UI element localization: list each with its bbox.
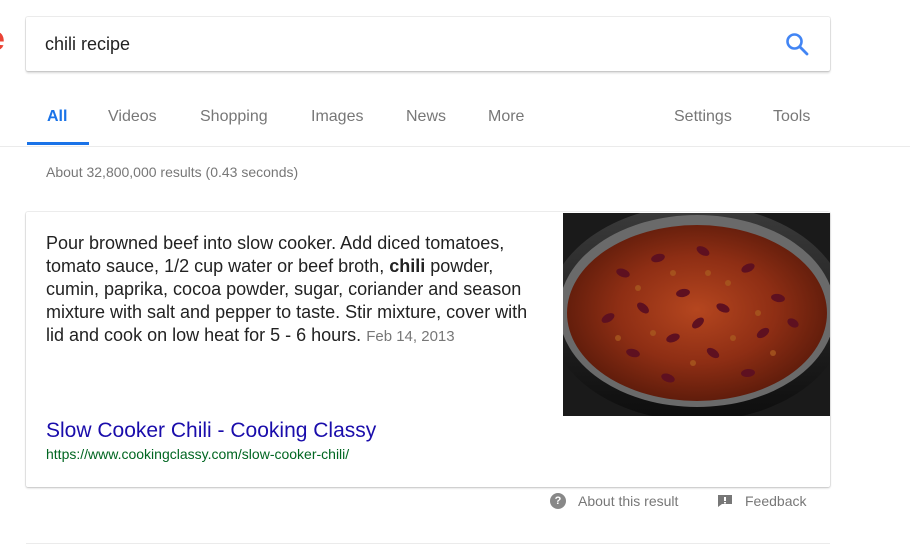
tab-videos[interactable]: Videos [108,108,157,126]
feedback-link[interactable]: Feedback [717,493,806,509]
about-this-result[interactable]: ? About this result [550,493,678,509]
snippet-text: Pour browned beef into slow cooker. Add … [46,232,546,348]
active-tab-indicator [27,142,89,145]
settings-link[interactable]: Settings [674,108,732,126]
tab-more[interactable]: More [488,108,524,126]
tools-link[interactable]: Tools [773,108,810,126]
feedback-icon [718,495,732,507]
result-stats: About 32,800,000 results (0.43 seconds) [46,164,299,180]
result-url[interactable]: https://www.cookingclassy.com/slow-cooke… [46,446,349,462]
result-title-link[interactable]: Slow Cooker Chili - Cooking Classy [46,419,376,443]
search-tabs: All Videos Shopping Images News More Set… [0,96,910,147]
tab-news[interactable]: News [406,108,446,126]
about-label: About this result [578,493,679,509]
tab-all[interactable]: All [47,108,67,126]
chili-photo [563,213,830,416]
search-icon [786,33,809,56]
help-icon: ? [550,493,566,509]
featured-snippet-card: Pour browned beef into slow cooker. Add … [26,212,830,487]
tab-images[interactable]: Images [311,108,363,126]
snippet-bold-term: chili [389,256,426,276]
google-logo-fragment[interactable]: e [0,22,5,56]
chili-image[interactable] [563,213,830,416]
search-input[interactable] [45,17,745,71]
tab-shopping[interactable]: Shopping [200,108,268,126]
search-box[interactable] [26,17,830,71]
search-button[interactable] [784,31,810,57]
feedback-label: Feedback [745,493,807,509]
snippet-date: Feb 14, 2013 [366,328,455,345]
